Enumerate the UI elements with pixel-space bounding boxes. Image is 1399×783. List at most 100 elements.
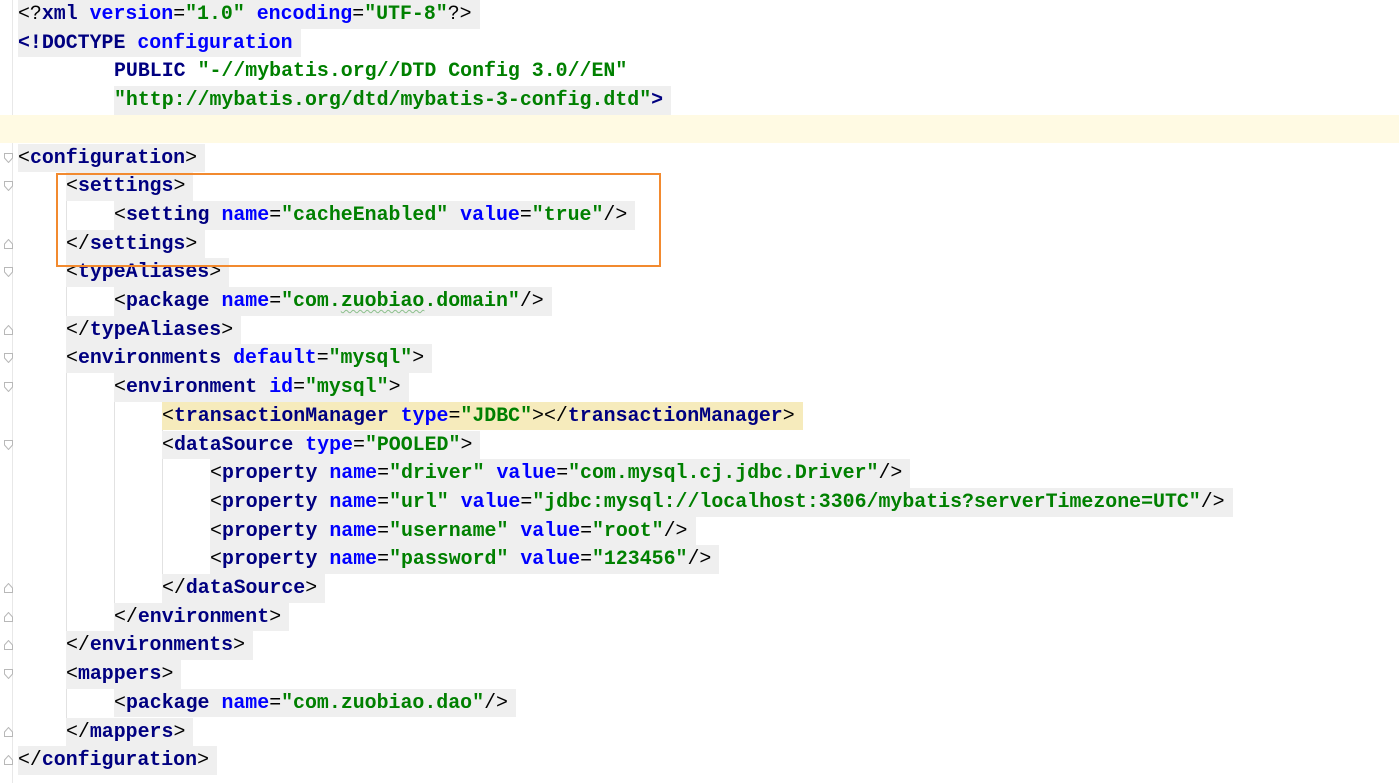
code-token: < — [66, 260, 78, 284]
code-segment: <package name="com.zuobiao.domain"/> — [114, 287, 552, 316]
code-token: = — [269, 202, 282, 226]
fold-close-icon[interactable] — [4, 583, 13, 593]
code-token: environments — [77, 346, 234, 370]
code-token: /> — [663, 518, 688, 542]
code-line[interactable]: </settings> — [0, 229, 1399, 259]
fold-open-icon[interactable] — [4, 152, 13, 163]
code-segment: <!DOCTYPE configuration — [18, 28, 301, 58]
code-line[interactable]: </dataSource> — [0, 574, 1399, 603]
code-line[interactable]: </configuration> — [0, 746, 1399, 775]
code-line[interactable]: </environment> — [0, 602, 1399, 632]
code-token: dataSource — [185, 576, 306, 599]
fold-close-icon[interactable] — [4, 611, 13, 622]
code-token: "com.mysql.cj.jdbc.Driver" — [568, 461, 879, 485]
code-line[interactable]: <package name="com.zuobiao.domain"/> — [0, 287, 1399, 316]
code-token: = — [377, 489, 390, 513]
code-line[interactable]: <property name="username" value="root"/> — [0, 516, 1399, 546]
code-token: < — [210, 461, 222, 485]
fold-close-icon[interactable] — [4, 238, 13, 249]
fold-open-icon[interactable] — [4, 181, 13, 192]
code-line[interactable]: <typeAliases> — [0, 258, 1399, 287]
code-token: name — [329, 461, 378, 485]
code-token: <? — [18, 2, 42, 25]
code-token: > — [209, 260, 222, 284]
code-segment: </typeAliases> — [66, 315, 242, 345]
code-segment: <setting name="cacheEnabled" value="true… — [114, 200, 636, 230]
code-token: < — [66, 346, 78, 370]
code-line[interactable]: <property name="driver" value="com.mysql… — [0, 459, 1399, 488]
code-token: </ — [66, 719, 90, 743]
code-token: > — [412, 346, 425, 370]
code-token: /> — [878, 461, 903, 485]
code-line[interactable]: </environments> — [0, 631, 1399, 661]
code-token: ?> — [447, 2, 472, 25]
code-line[interactable] — [0, 114, 1399, 144]
code-token: /> — [1200, 489, 1225, 513]
code-segment: <typeAliases> — [66, 258, 230, 287]
code-segment: </dataSource> — [162, 574, 326, 603]
code-token: property — [221, 518, 330, 542]
fold-close-icon[interactable] — [4, 324, 13, 335]
code-token: "mysql" — [328, 346, 413, 370]
code-token: < — [210, 489, 222, 513]
code-token: environments — [89, 633, 234, 657]
code-editor[interactable]: <?xml version="1.0" encoding="UTF-8"?> <!… — [0, 0, 1399, 783]
code-token: < — [66, 174, 78, 198]
code-line[interactable]: <configuration> — [0, 143, 1399, 173]
code-token: > — [185, 145, 198, 169]
code-segment: <?xml version="1.0" encoding="UTF-8"?> — [18, 0, 480, 29]
code-line[interactable]: <property name="url" value="jdbc:mysql:/… — [0, 487, 1399, 517]
code-line[interactable]: <?xml version="1.0" encoding="UTF-8"?> — [0, 0, 1399, 29]
code-token: package — [125, 690, 222, 714]
code-line[interactable]: <!DOCTYPE configuration — [0, 28, 1399, 58]
code-token: < — [114, 289, 126, 312]
code-line[interactable]: <package name="com.zuobiao.dao"/> — [0, 688, 1399, 718]
fold-open-icon[interactable] — [4, 439, 13, 450]
code-token: "POOLED" — [364, 432, 461, 456]
code-segment: </configuration> — [18, 746, 217, 775]
fold-open-icon[interactable] — [4, 382, 13, 393]
code-line[interactable]: </typeAliases> — [0, 315, 1399, 345]
fold-open-icon[interactable] — [4, 267, 13, 278]
code-token: typeAliases — [77, 260, 210, 284]
code-token: <!DOCTYPE — [18, 30, 138, 54]
code-line[interactable]: <dataSource type="POOLED"> — [0, 430, 1399, 460]
fold-close-icon[interactable] — [4, 726, 13, 737]
code-line[interactable]: <property name="password" value="123456"… — [0, 545, 1399, 574]
code-token: > — [161, 662, 174, 686]
code-token: "url" — [389, 489, 449, 513]
fold-close-icon[interactable] — [4, 755, 13, 766]
code-line[interactable]: <environment id="mysql"> — [0, 373, 1399, 402]
code-line[interactable]: "http://mybatis.org/dtd/mybatis-3-config… — [0, 86, 1399, 115]
code-token: = — [520, 489, 533, 513]
code-segment: </environment> — [114, 602, 290, 632]
code-segment: PUBLIC "-//mybatis.org//DTD Config 3.0//… — [114, 57, 635, 86]
code-line[interactable]: PUBLIC "-//mybatis.org//DTD Config 3.0//… — [0, 57, 1399, 86]
code-token: name — [329, 489, 378, 513]
code-token: environment — [125, 375, 270, 399]
code-line[interactable]: </mappers> — [0, 717, 1399, 747]
code-token: dataSource — [173, 432, 306, 456]
code-line[interactable]: <settings> — [0, 172, 1399, 201]
code-token: property — [221, 489, 330, 513]
fold-close-icon[interactable] — [4, 640, 13, 651]
fold-open-icon[interactable] — [4, 669, 13, 680]
code-token: ></ — [532, 403, 568, 427]
code-token: = — [293, 375, 305, 399]
code-line[interactable]: <transactionManager type="JDBC"></transa… — [0, 401, 1399, 431]
code-line[interactable]: <mappers> — [0, 660, 1399, 689]
code-segment: <package name="com.zuobiao.dao"/> — [114, 688, 516, 718]
fold-open-icon[interactable] — [4, 353, 13, 364]
code-token: transactionManager — [567, 403, 783, 427]
code-line[interactable]: <setting name="cacheEnabled" value="true… — [0, 200, 1399, 230]
code-line[interactable]: <environments default="mysql"> — [0, 344, 1399, 374]
code-token: mappers — [89, 719, 174, 743]
code-token: environment — [137, 604, 270, 628]
code-token: > — [173, 719, 186, 743]
code-token: "UTF-8" — [364, 2, 448, 25]
code-token: > — [233, 633, 246, 657]
code-token: </ — [162, 576, 186, 599]
code-token: transactionManager — [173, 403, 401, 427]
